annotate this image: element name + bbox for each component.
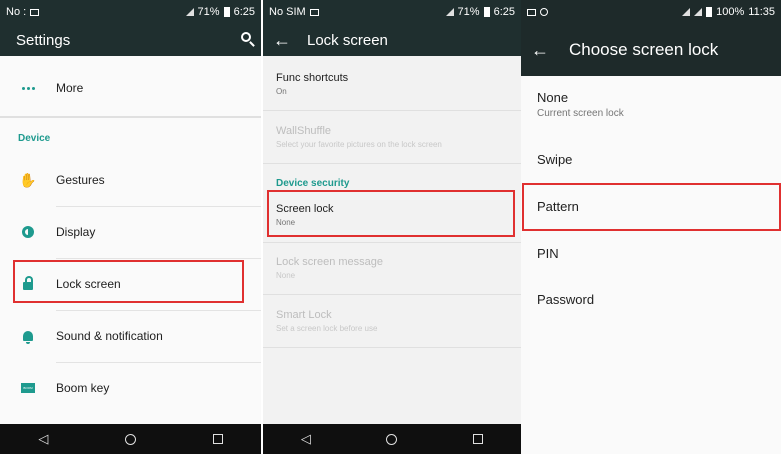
nav-home-icon[interactable] [386,433,398,445]
settings-item-display[interactable]: Display [0,206,261,258]
battery-icon [706,7,713,17]
divider [263,242,521,243]
signal-icon [185,8,194,16]
item-label: Sound & notification [56,329,163,343]
battery-percent: 71% [457,6,480,18]
item-title: Lock screen message [276,256,383,268]
item-title: Smart Lock [276,309,332,321]
page-title: Lock screen [307,31,388,49]
settings-item-sound[interactable]: Sound & notification [0,310,261,362]
divider [263,163,521,164]
back-arrow-icon[interactable]: ← [521,40,559,61]
gesture-hand-icon: ✋ [19,171,37,188]
image-notification-icon [527,8,536,16]
clock: 6:25 [233,6,255,18]
battery-icon [483,7,490,17]
page-title: Settings [16,31,71,49]
option-title: None [537,90,569,105]
item-label: More [56,81,84,95]
choose-screen-lock-panel: 100% 11:35 ← Choose screen lock None Cur… [521,0,781,454]
settings-item-more[interactable]: More [0,62,261,114]
lock-option-swipe[interactable]: Swipe [521,152,781,167]
highlight-box [522,183,781,231]
app-bar: Settings [0,24,261,56]
navigation-bar: ◁ [0,424,261,454]
android-notification-icon [540,8,548,16]
search-icon[interactable] [241,32,251,42]
app-bar: ← Lock screen [263,24,521,56]
lock-item-smart-lock: Smart Lock Set a screen lock before use [263,309,521,333]
option-title: Swipe [537,152,573,167]
carrier-text: No : [6,6,27,18]
lock-option-password[interactable]: Password [521,292,781,307]
signal-icon-2 [694,8,703,16]
section-divider [0,116,261,118]
divider [263,347,521,348]
lock-option-pin[interactable]: PIN [521,246,781,261]
page-title: Choose screen lock [569,40,719,59]
option-title: Password [537,292,595,307]
settings-item-boom-key[interactable]: BOOM Boom key [0,362,261,414]
option-subtitle: Current screen lock [537,108,624,119]
item-subtitle: On [276,87,287,96]
settings-item-gestures[interactable]: ✋ Gestures [0,154,261,206]
battery-percent: 100% [716,6,745,18]
display-brightness-icon [22,226,34,238]
item-label: Gestures [56,173,105,187]
item-subtitle: Select your favorite pictures on the loc… [276,140,442,149]
item-title: WallShuffle [276,125,332,137]
status-bar: No SIM 71% 6:25 [263,0,521,24]
nav-home-icon[interactable] [124,433,136,445]
divider [263,294,521,295]
status-bar: 100% 11:35 [521,0,781,24]
signal-icon [445,8,454,16]
lock-item-func-shortcuts[interactable]: Func shortcuts On [263,72,521,96]
item-label: Boom key [56,381,110,395]
boom-key-icon: BOOM [21,383,35,393]
navigation-bar: ◁ [263,424,521,454]
battery-icon [223,7,230,17]
item-title: Func shortcuts [276,72,349,84]
nav-back-icon[interactable]: ◁ [38,431,48,447]
bell-icon [23,331,33,344]
clock: 6:25 [493,6,515,18]
highlight-box [267,190,515,237]
app-bar: ← Choose screen lock [521,24,781,76]
section-title-device-security: Device security [276,178,350,189]
image-notification-icon [309,8,319,16]
option-title: PIN [537,246,559,261]
settings-panel: No : 71% 6:25 Settings More Device ✋ Ges… [0,0,261,454]
divider [263,110,521,111]
status-bar: No : 71% 6:25 [0,0,261,24]
more-dots-icon [21,86,35,90]
lock-screen-panel: No SIM 71% 6:25 ← Lock screen Func short… [263,0,521,454]
item-label: Display [56,225,96,239]
nav-back-icon[interactable]: ◁ [301,431,311,447]
signal-icon [682,8,691,16]
nav-recents-icon[interactable] [212,434,223,444]
lock-item-lock-screen-message: Lock screen message None [263,256,521,280]
nav-recents-icon[interactable] [473,434,484,444]
carrier-text: No SIM [269,6,306,18]
item-subtitle: Set a screen lock before use [276,324,378,333]
section-title-device: Device [18,133,51,144]
highlight-box [13,260,244,303]
clock: 11:35 [748,6,775,18]
item-subtitle: None [276,271,296,280]
lock-option-none[interactable]: None Current screen lock [521,90,781,119]
lock-item-wallshuffle: WallShuffle Select your favorite picture… [263,125,521,149]
back-arrow-icon[interactable]: ← [263,30,301,51]
battery-percent: 71% [197,6,220,18]
image-notification-icon [30,8,40,16]
